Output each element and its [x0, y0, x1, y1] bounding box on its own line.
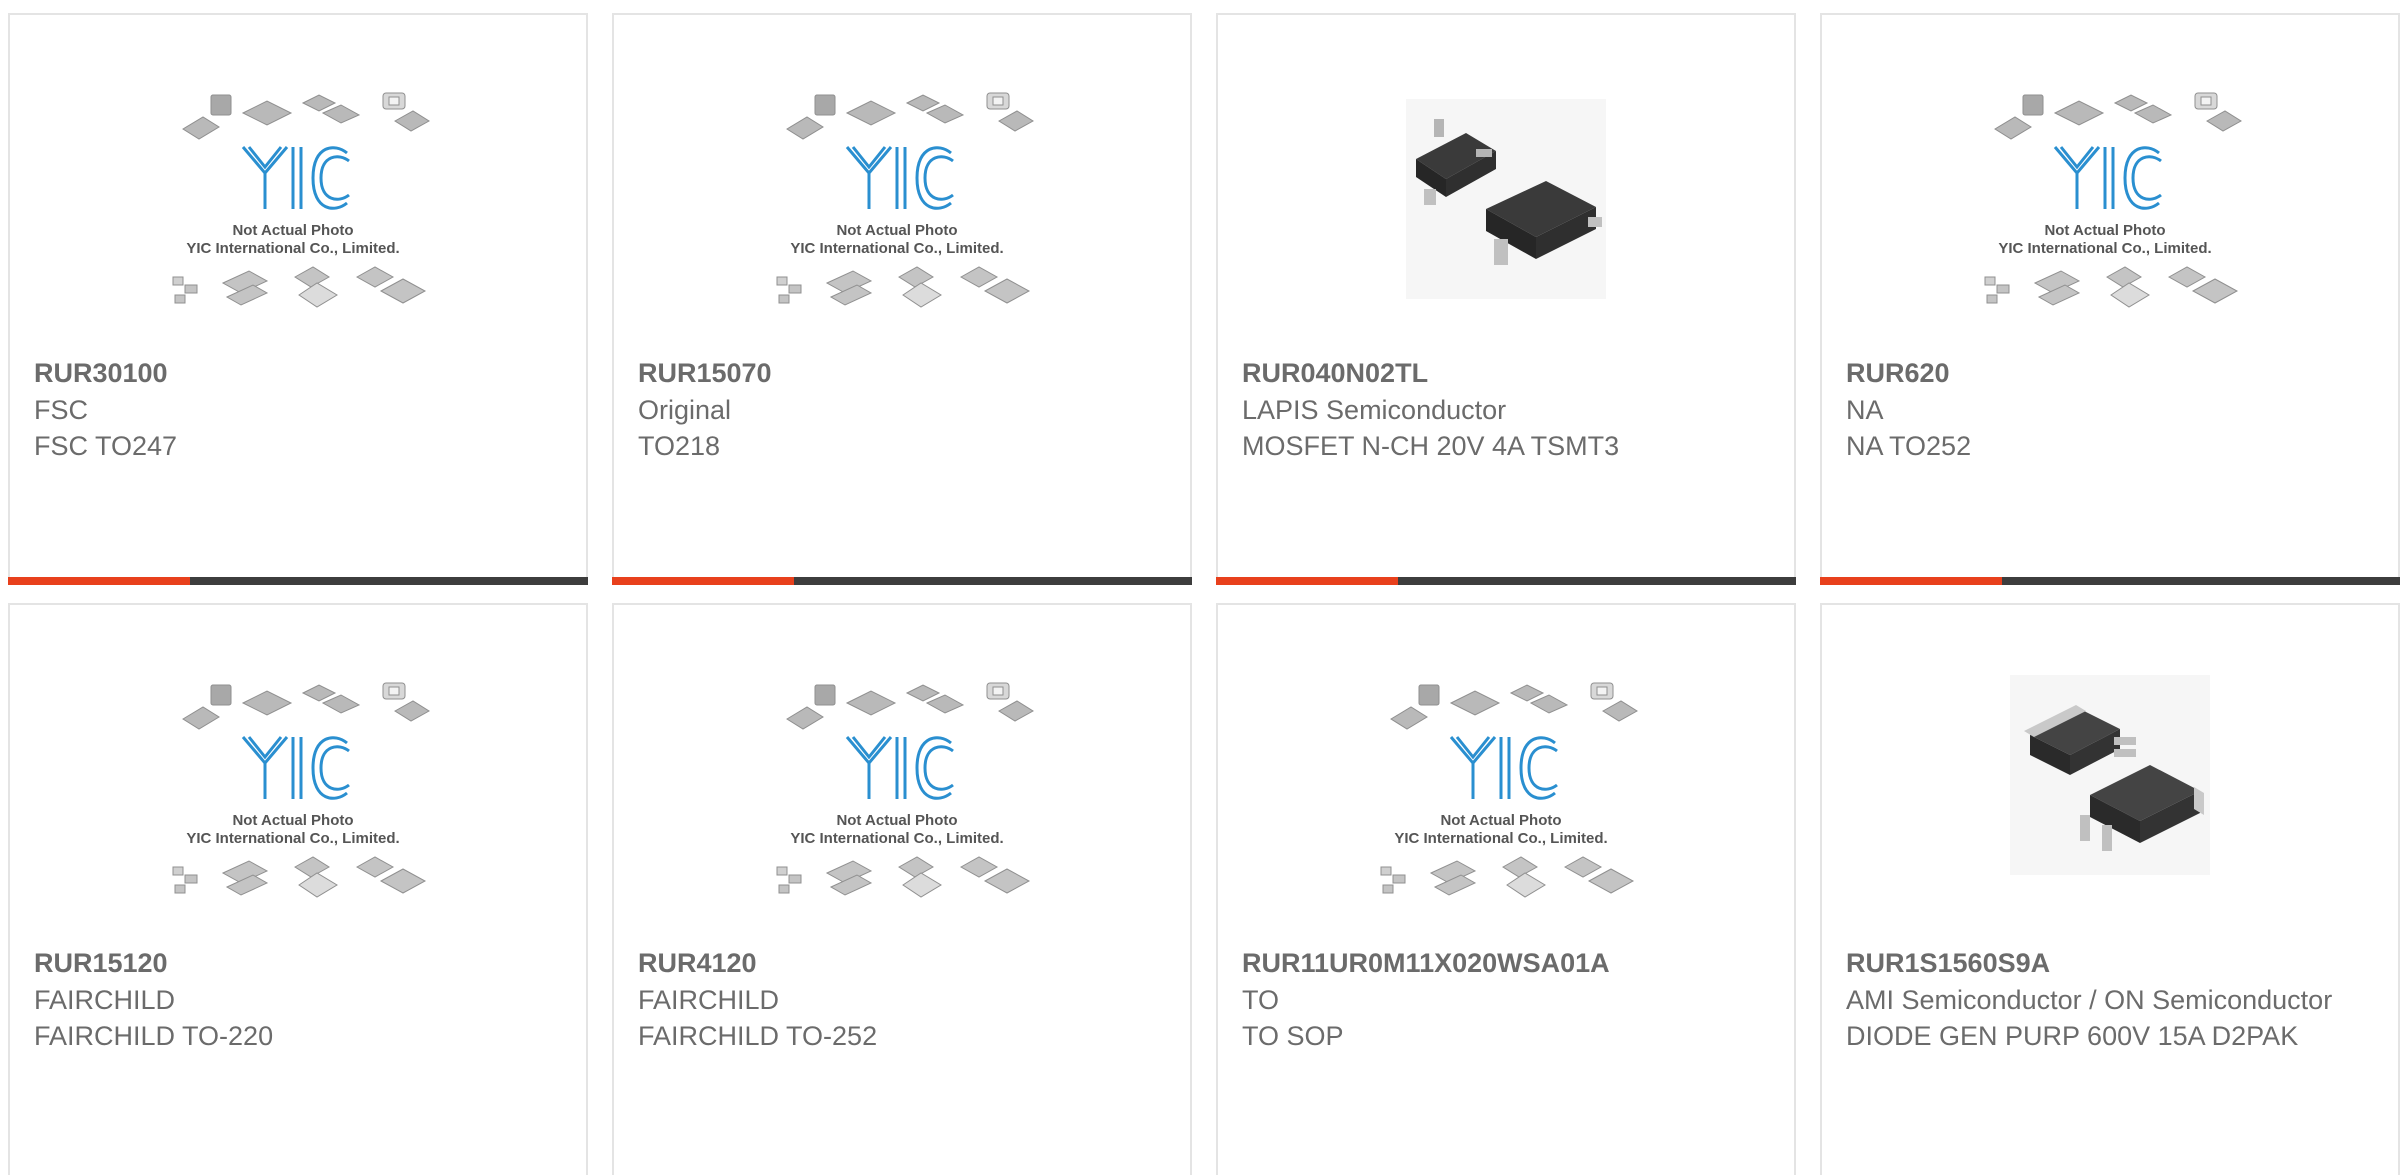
product-part-number[interactable]: RUR620: [1846, 355, 2374, 391]
product-info: RUR1S1560S9A AMI Semiconductor / ON Semic…: [1846, 945, 2374, 1054]
placeholder-line2: YIC International Co., Limited.: [790, 830, 1003, 847]
product-grid: Not Actual Photo YIC International Co., …: [8, 13, 2400, 1175]
yic-logo-icon: [2053, 146, 2162, 210]
product-part-number[interactable]: RUR040N02TL: [1242, 355, 1770, 391]
yic-logo-icon: [845, 146, 954, 210]
product-manufacturer: NA: [1846, 395, 1884, 425]
product-part-number[interactable]: RUR30100: [34, 355, 562, 391]
product-image[interactable]: [1822, 675, 2398, 947]
product-image[interactable]: Not Actual Photo YIC International Co., …: [614, 87, 1190, 357]
product-manufacturer: LAPIS Semiconductor: [1242, 395, 1507, 425]
product-manufacturer: FAIRCHILD: [34, 985, 176, 1015]
placeholder-line2: YIC International Co., Limited.: [790, 240, 1003, 257]
placeholder-line2: YIC International Co., Limited.: [186, 830, 399, 847]
product-info: RUR15120 FAIRCHILD FAIRCHILD TO-220: [34, 945, 562, 1054]
product-info: RUR620 NA NA TO252: [1846, 355, 2374, 464]
yic-placeholder-image: Not Actual Photo YIC International Co., …: [776, 92, 1034, 308]
yic-logo-icon: [1449, 736, 1558, 800]
sot-package-photo: [1406, 99, 1606, 299]
card-bottom-bar: [612, 577, 1192, 585]
product-manufacturer: FAIRCHILD: [638, 985, 780, 1015]
yic-logo-icon: [241, 146, 350, 210]
placeholder-line2: YIC International Co., Limited.: [186, 240, 399, 257]
product-part-number[interactable]: RUR11UR0M11X020WSA01A: [1242, 945, 1770, 981]
yic-placeholder-image: Not Actual Photo YIC International Co., …: [1984, 92, 2242, 308]
product-info: RUR040N02TL LAPIS Semiconductor MOSFET N-C…: [1242, 355, 1770, 464]
product-description: TO SOP: [1242, 1021, 1344, 1051]
placeholder-line2: YIC International Co., Limited.: [1394, 830, 1607, 847]
placeholder-line1: Not Actual Photo: [836, 222, 957, 239]
placeholder-line1: Not Actual Photo: [232, 812, 353, 829]
product-image[interactable]: Not Actual Photo YIC International Co., …: [10, 677, 586, 947]
product-info: RUR4120 FAIRCHILD FAIRCHILD TO-252: [638, 945, 1166, 1054]
d2pak-package-photo: [2010, 675, 2210, 875]
product-manufacturer: Original: [638, 395, 732, 425]
product-description: FAIRCHILD TO-220: [34, 1021, 274, 1051]
product-description: FSC TO247: [34, 431, 178, 461]
yic-logo-icon: [241, 736, 350, 800]
yic-logo-icon: [845, 736, 954, 800]
product-card[interactable]: RUR040N02TL LAPIS Semiconductor MOSFET N-C…: [1216, 13, 1796, 585]
product-part-number[interactable]: RUR4120: [638, 945, 1166, 981]
product-info: RUR15070 Original TO218: [638, 355, 1166, 464]
placeholder-line2: YIC International Co., Limited.: [1998, 240, 2211, 257]
card-bottom-bar: [1820, 577, 2400, 585]
product-card[interactable]: Not Actual Photo YIC International Co., …: [612, 603, 1192, 1175]
product-manufacturer: FSC: [34, 395, 88, 425]
product-part-number[interactable]: RUR15120: [34, 945, 562, 981]
product-card[interactable]: Not Actual Photo YIC International Co., …: [1216, 603, 1796, 1175]
product-manufacturer: AMI Semiconductor / ON Semiconductor: [1846, 985, 2333, 1015]
product-part-number[interactable]: RUR1S1560S9A: [1846, 945, 2374, 981]
product-description: FAIRCHILD TO-252: [638, 1021, 878, 1051]
product-description: DIODE GEN PURP 600V 15A D2PAK: [1846, 1021, 2299, 1051]
card-accent-bar: [1820, 577, 2002, 585]
placeholder-line1: Not Actual Photo: [836, 812, 957, 829]
product-card[interactable]: Not Actual Photo YIC International Co., …: [1820, 13, 2400, 585]
card-accent-bar: [1216, 577, 1398, 585]
product-image[interactable]: Not Actual Photo YIC International Co., …: [1218, 677, 1794, 947]
card-bottom-bar: [1216, 577, 1796, 585]
product-info: RUR30100 FSC FSC TO247: [34, 355, 562, 464]
yic-placeholder-image: Not Actual Photo YIC International Co., …: [172, 682, 430, 898]
placeholder-line1: Not Actual Photo: [2044, 222, 2165, 239]
product-card[interactable]: Not Actual Photo YIC International Co., …: [8, 603, 588, 1175]
product-image[interactable]: Not Actual Photo YIC International Co., …: [1822, 87, 2398, 357]
yic-placeholder-image: Not Actual Photo YIC International Co., …: [1380, 682, 1638, 898]
product-image[interactable]: Not Actual Photo YIC International Co., …: [614, 677, 1190, 947]
product-card[interactable]: Not Actual Photo YIC International Co., …: [612, 13, 1192, 585]
card-accent-bar: [8, 577, 190, 585]
product-card[interactable]: RUR1S1560S9A AMI Semiconductor / ON Semic…: [1820, 603, 2400, 1175]
product-description: MOSFET N-CH 20V 4A TSMT3: [1242, 431, 1620, 461]
product-manufacturer: TO: [1242, 985, 1280, 1015]
product-card[interactable]: Not Actual Photo YIC International Co., …: [8, 13, 588, 585]
product-part-number[interactable]: RUR15070: [638, 355, 1166, 391]
product-image[interactable]: [1218, 87, 1794, 357]
product-description: NA TO252: [1846, 431, 1972, 461]
product-image[interactable]: Not Actual Photo YIC International Co., …: [10, 87, 586, 357]
product-info: RUR11UR0M11X020WSA01A TO TO SOP: [1242, 945, 1770, 1054]
placeholder-line1: Not Actual Photo: [232, 222, 353, 239]
placeholder-line1: Not Actual Photo: [1440, 812, 1561, 829]
card-bottom-bar: [8, 577, 588, 585]
product-description: TO218: [638, 431, 721, 461]
yic-placeholder-image: Not Actual Photo YIC International Co., …: [172, 92, 430, 308]
yic-placeholder-image: Not Actual Photo YIC International Co., …: [776, 682, 1034, 898]
card-accent-bar: [612, 577, 794, 585]
